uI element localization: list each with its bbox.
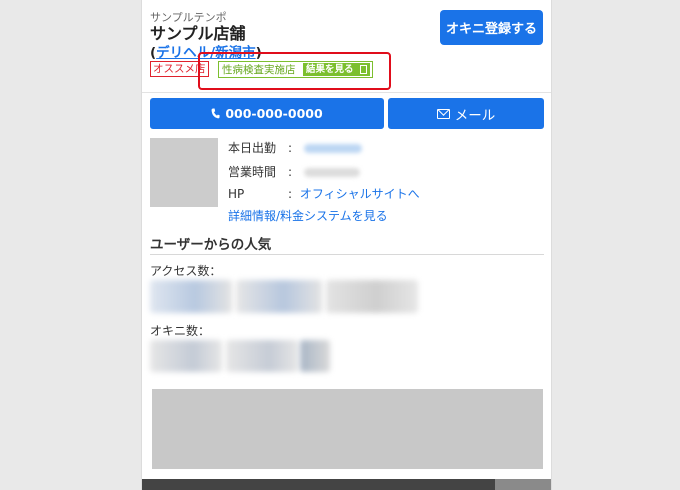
okini-thumb-1 bbox=[150, 340, 222, 372]
hours-value-redacted bbox=[303, 168, 360, 177]
hp-label: HP bbox=[228, 187, 245, 201]
detail-link[interactable]: 詳細情報/料金システムを見る bbox=[228, 207, 388, 224]
access-thumb-1 bbox=[150, 280, 232, 313]
tel-number: 000-000-0000 bbox=[225, 106, 323, 121]
okini-label: オキニ数： bbox=[150, 324, 211, 338]
shop-photo-placeholder bbox=[150, 138, 218, 207]
hp-row: HP: オフィシャルサイトへ bbox=[228, 185, 420, 202]
hours-separator: : bbox=[288, 165, 293, 179]
okini-register-button[interactable]: オキニ登録する bbox=[440, 10, 543, 45]
mail-label: メール bbox=[454, 107, 496, 124]
ad-banner-placeholder[interactable] bbox=[152, 389, 543, 469]
access-thumb-2 bbox=[236, 280, 322, 313]
okini-thumb-2 bbox=[226, 340, 298, 372]
phone-icon bbox=[211, 108, 220, 119]
tel-button[interactable]: 000-000-0000 bbox=[150, 98, 384, 129]
bottom-bar bbox=[142, 479, 551, 490]
header-divider bbox=[142, 92, 551, 93]
today-separator: : bbox=[288, 141, 293, 155]
recommend-badge: オススメ店 bbox=[150, 61, 209, 77]
okini-thumb-3 bbox=[300, 340, 330, 372]
mail-button[interactable]: メール bbox=[388, 98, 544, 129]
view-result-button[interactable]: 結果を見る bbox=[303, 63, 370, 76]
category-link[interactable]: デリヘル/新潟市 bbox=[156, 45, 255, 61]
hours-row: 営業時間: bbox=[228, 163, 360, 180]
inspection-label: 性病検査実施店 bbox=[222, 64, 296, 76]
popularity-divider bbox=[150, 254, 544, 255]
inspection-badge: 性病検査実施店 結果を見る bbox=[218, 61, 373, 78]
today-label: 本日出勤 bbox=[228, 141, 277, 155]
document-icon bbox=[360, 65, 367, 74]
shop-category: (デリヘル/新潟市) bbox=[150, 41, 262, 61]
hp-separator: : bbox=[288, 187, 293, 201]
today-row: 本日出勤: bbox=[228, 139, 362, 156]
view-result-label: 結果を見る bbox=[306, 64, 354, 75]
category-paren-close: ) bbox=[255, 45, 262, 61]
mail-icon bbox=[436, 108, 450, 119]
hours-label: 営業時間 bbox=[228, 165, 277, 179]
shop-card: サンプルテンポ サンプル店舗 (デリヘル/新潟市) オススメ店 性病検査実施店 … bbox=[141, 0, 552, 490]
popularity-title: ユーザーからの人気 bbox=[150, 237, 272, 253]
today-value-redacted bbox=[303, 144, 362, 153]
next-arrow-button[interactable] bbox=[495, 479, 551, 490]
official-site-link[interactable]: オフィシャルサイトへ bbox=[300, 187, 420, 201]
access-thumb-3 bbox=[326, 280, 418, 313]
access-label: アクセス数： bbox=[150, 264, 222, 278]
